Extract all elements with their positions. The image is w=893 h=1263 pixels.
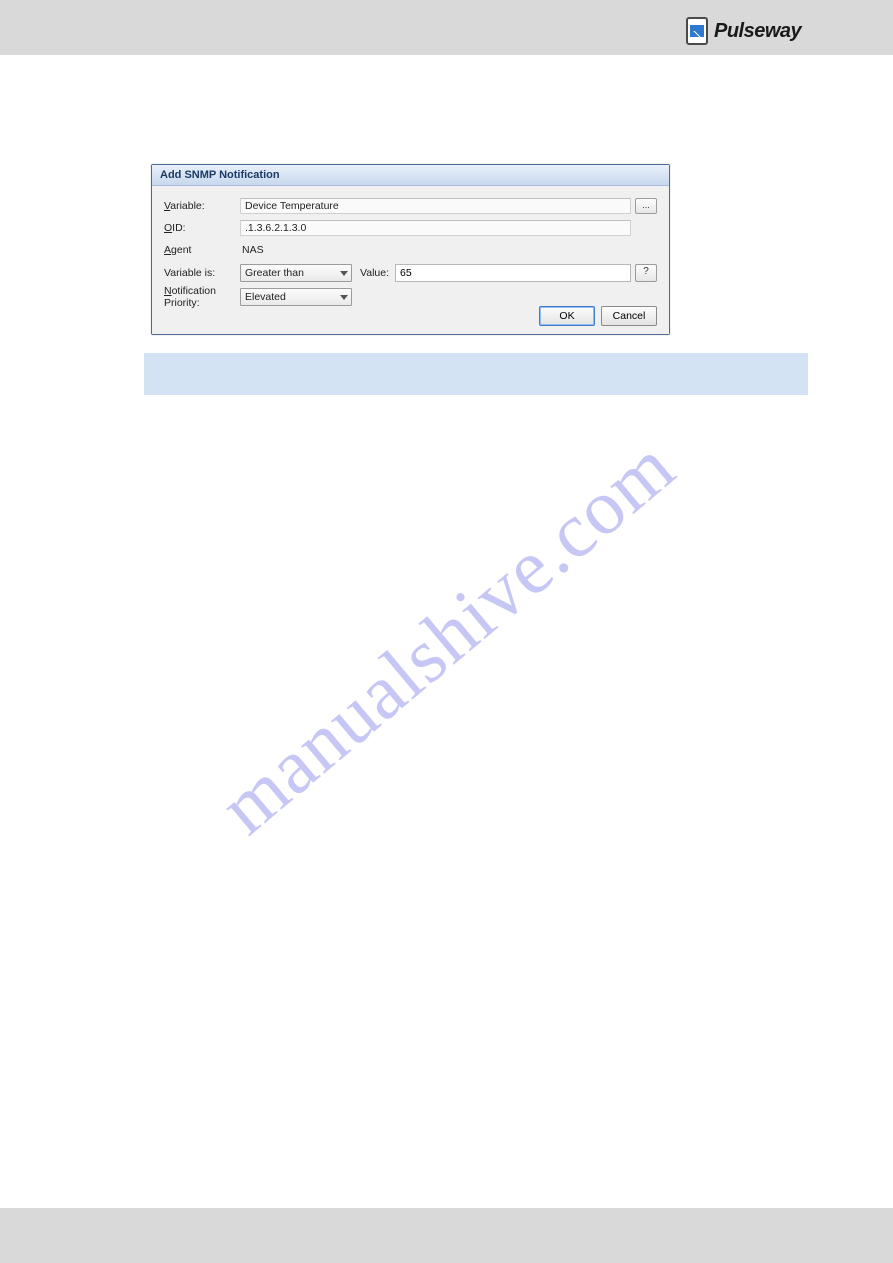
priority-combo[interactable]: Elevated xyxy=(240,288,352,306)
add-snmp-notification-dialog: Add SNMP Notification Variable: Device T… xyxy=(151,164,670,335)
dialog-body: Variable: Device Temperature ... OID: .1… xyxy=(152,186,669,334)
agent-label: Agent xyxy=(164,244,240,256)
page-header-bar: Pulseway xyxy=(0,0,893,55)
variable-label: Variable: xyxy=(164,200,240,212)
dialog-button-row: OK Cancel xyxy=(539,306,657,326)
dialog-title: Add SNMP Notification xyxy=(152,165,669,186)
browse-variable-button[interactable]: ... xyxy=(635,198,657,214)
ok-button[interactable]: OK xyxy=(539,306,595,326)
value-input[interactable] xyxy=(395,264,631,282)
row-variable: Variable: Device Temperature ... xyxy=(164,196,657,216)
variable-is-label: Variable is: xyxy=(164,267,240,279)
page-footer-bar xyxy=(0,1208,893,1263)
help-button[interactable]: ? xyxy=(635,264,657,282)
row-oid: OID: .1.3.6.2.1.3.0 xyxy=(164,218,657,238)
row-agent: Agent NAS xyxy=(164,240,657,260)
oid-label: OID: xyxy=(164,222,240,234)
pulseway-logo-icon xyxy=(686,17,708,45)
oid-value: .1.3.6.2.1.3.0 xyxy=(240,220,631,236)
row-priority: Notification Priority: Elevated xyxy=(164,286,657,308)
priority-label: Notification Priority: xyxy=(164,285,240,309)
variable-value: Device Temperature xyxy=(240,198,631,214)
brand-name: Pulseway xyxy=(714,20,801,43)
row-variable-is: Variable is: Greater than Value: ? xyxy=(164,262,657,284)
brand-area: Pulseway xyxy=(686,13,826,49)
cancel-button[interactable]: Cancel xyxy=(601,306,657,326)
agent-value: NAS xyxy=(240,244,657,256)
section-divider-bar xyxy=(144,353,808,395)
value-label: Value: xyxy=(360,267,389,279)
variable-is-combo[interactable]: Greater than xyxy=(240,264,352,282)
watermark-text: manualshive.com xyxy=(202,421,691,852)
